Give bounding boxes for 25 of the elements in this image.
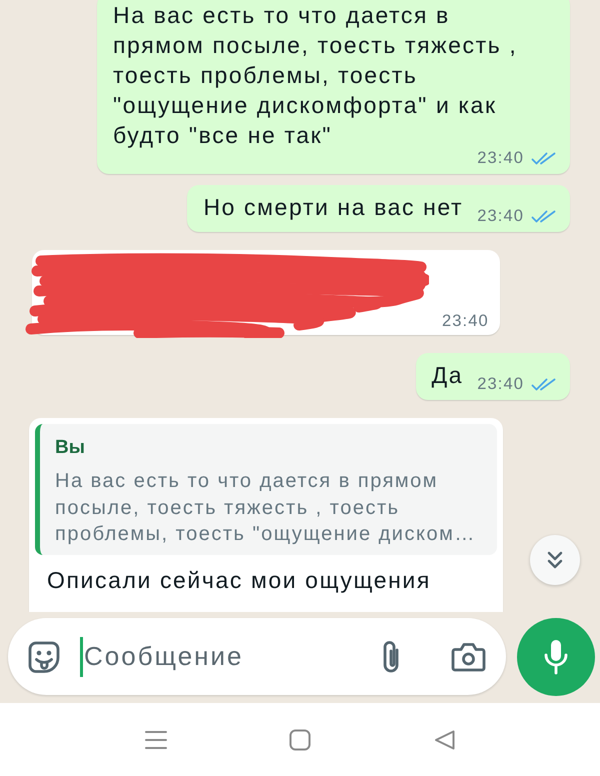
message-time: 23:40 — [477, 150, 524, 167]
quoted-message[interactable]: Вы На вас есть то что дается в прямом посыле, тоесть тяжесть , тоесть проблемы, тоесть "ощущение диском… — [35, 424, 497, 554]
menu-icon — [145, 730, 167, 750]
quote-author: Вы — [55, 436, 86, 460]
message-field[interactable]: Сообщение — [8, 618, 506, 695]
back-triangle-icon — [434, 730, 454, 750]
message-text: На вас есть то что дается в прямом посыле, тоесть тяжесть , тоесть проблемы, тоесть "ощущение дискомфорта" и как будто "все не так" — [113, 1, 518, 150]
sticker-icon — [27, 640, 61, 674]
message-time: 23:40 — [442, 313, 489, 330]
menu-button[interactable] — [145, 730, 167, 750]
back-button[interactable] — [434, 730, 454, 750]
scroll-down-button[interactable] — [530, 535, 580, 585]
message-time: 23:40 — [477, 208, 524, 225]
camera-icon — [451, 642, 486, 672]
message-text: Да — [432, 361, 464, 390]
camera-button[interactable] — [451, 642, 486, 672]
microphone-icon — [543, 638, 569, 674]
message-time: 23:40 — [477, 376, 524, 393]
home-button[interactable] — [289, 728, 311, 750]
message-text: Описали сейчас мои ощущения — [47, 566, 432, 595]
sticker-button[interactable] — [27, 640, 61, 674]
quote-text: На вас есть то что дается в прямом посыле, тоесть тяжесть , тоесть проблемы, тоесть "ощущение диском… — [55, 469, 477, 547]
square-icon — [289, 728, 311, 750]
double-chevron-down-icon — [545, 550, 565, 570]
message-text: Но смерти на вас нет — [203, 193, 464, 222]
